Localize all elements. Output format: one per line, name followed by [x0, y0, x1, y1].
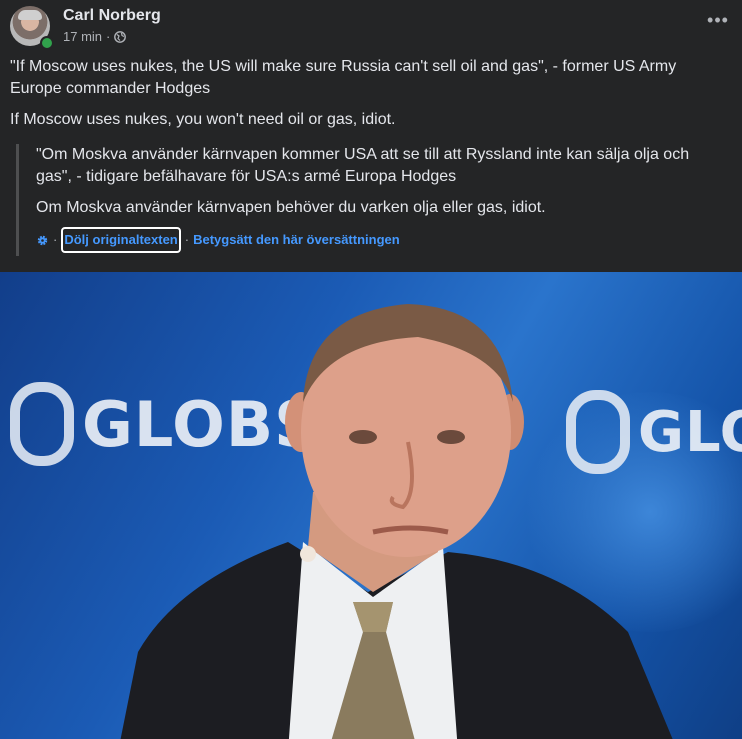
post-paragraph-2: If Moscow uses nukes, you won't need oil… — [10, 111, 396, 128]
translation-paragraph-1: "Om Moskva använder kärnvapen kommer USA… — [36, 146, 690, 185]
globe-icon[interactable] — [114, 30, 127, 43]
hide-original-link[interactable]: Dölj originaltexten — [61, 227, 181, 253]
action-separator: · — [184, 232, 190, 247]
action-separator: · — [53, 232, 58, 247]
translation-block: "Om Moskva använder kärnvapen kommer USA… — [16, 144, 722, 256]
post-body: "If Moscow uses nukes, the US will make … — [10, 56, 720, 140]
gear-icon[interactable] — [36, 234, 49, 247]
author-name[interactable]: Carl Norberg — [63, 7, 161, 25]
speaker-photo — [120, 304, 673, 739]
translation-paragraph-2: Om Moskva använder kärnvapen behöver du … — [36, 199, 546, 216]
post-meta: 17 min · — [63, 29, 127, 44]
post-photo[interactable]: GLOBSEC GLOBSEC — [0, 272, 742, 739]
more-options-button[interactable]: ••• — [704, 11, 732, 32]
translation-actions: · Dölj originaltexten · Betygsätt den hä… — [36, 227, 722, 253]
meta-separator: · — [106, 29, 111, 44]
rate-translation-link[interactable]: Betygsätt den här översättningen — [193, 229, 400, 251]
online-status-dot — [40, 36, 54, 50]
post-paragraph-1: "If Moscow uses nukes, the US will make … — [10, 58, 677, 97]
post-header: Carl Norberg 17 min · ••• — [10, 6, 732, 50]
post-time[interactable]: 17 min — [63, 29, 102, 44]
